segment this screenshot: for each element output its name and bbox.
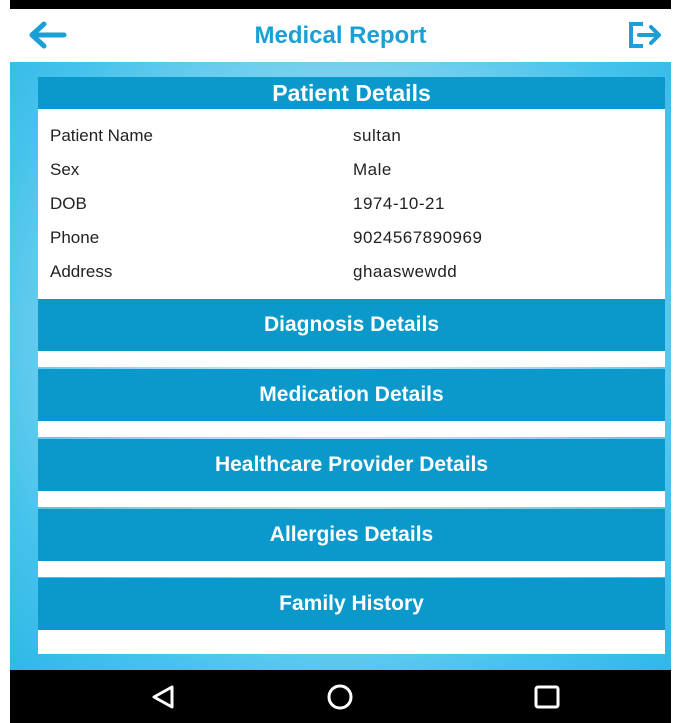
- section-divider: [38, 561, 665, 577]
- nav-recents-icon[interactable]: [532, 683, 562, 711]
- report-content: Patient Details Patient Name sultan Sex …: [10, 62, 671, 670]
- section-divider: [38, 491, 665, 507]
- section-medication-details[interactable]: Medication Details: [38, 369, 665, 421]
- field-label: Address: [50, 262, 113, 281]
- field-label: Patient Name: [50, 126, 153, 145]
- field-value: sultan: [353, 126, 402, 145]
- field-value: ghaaswewdd: [353, 262, 458, 281]
- section-divider: [38, 630, 665, 654]
- field-value: Male: [353, 160, 392, 179]
- section-healthcare-provider-details[interactable]: Healthcare Provider Details: [38, 439, 665, 491]
- app-bar: Medical Report: [10, 9, 671, 62]
- back-arrow-icon[interactable]: [28, 20, 68, 50]
- dob-row: DOB 1974-10-21: [50, 189, 650, 219]
- logout-icon[interactable]: [627, 20, 663, 50]
- section-divider: [38, 351, 665, 367]
- section-diagnosis-details[interactable]: Diagnosis Details: [38, 299, 665, 351]
- patient-details-card: Patient Details Patient Name sultan Sex …: [38, 77, 665, 299]
- sex-row: Sex Male: [50, 155, 650, 185]
- field-label: Sex: [50, 160, 80, 179]
- android-nav-bar: [10, 670, 671, 723]
- patient-name-row: Patient Name sultan: [50, 121, 650, 151]
- page-title: Medical Report: [254, 21, 427, 49]
- phone-row: Phone 9024567890969: [50, 223, 650, 253]
- address-row: Address ghaaswewdd: [50, 257, 650, 287]
- nav-home-icon[interactable]: [325, 683, 355, 711]
- field-value: 9024567890969: [353, 228, 483, 247]
- patient-details-header: Patient Details: [38, 77, 665, 109]
- status-bar: [10, 0, 671, 9]
- field-label: DOB: [50, 194, 87, 213]
- field-label: Phone: [50, 228, 100, 247]
- section-allergies-details[interactable]: Allergies Details: [38, 509, 665, 561]
- section-family-history[interactable]: Family History: [38, 578, 665, 630]
- nav-back-icon[interactable]: [148, 683, 178, 711]
- section-divider: [38, 421, 665, 437]
- field-value: 1974-10-21: [353, 194, 445, 213]
